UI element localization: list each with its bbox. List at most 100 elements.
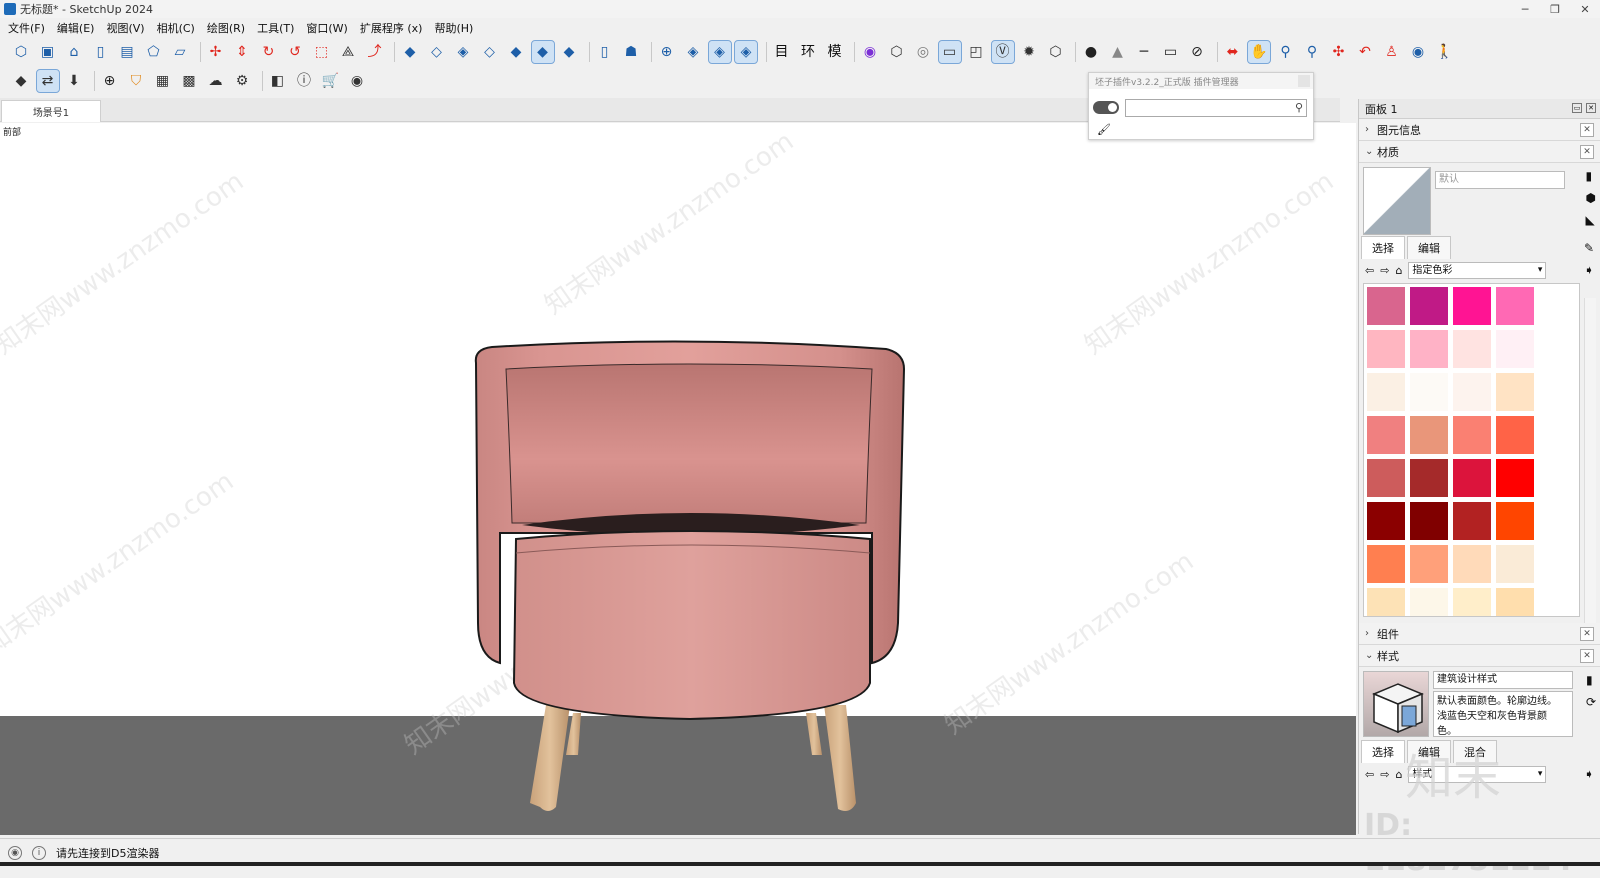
color-swatch[interactable]: [1367, 373, 1405, 411]
create-style-icon[interactable]: ▮: [1586, 673, 1596, 687]
components-section[interactable]: › 组件 ✕: [1359, 623, 1600, 645]
section-fill-icon[interactable]: ◈: [682, 41, 704, 63]
front-view-icon[interactable]: ◈: [452, 41, 474, 63]
tab-select[interactable]: 选择: [1361, 236, 1405, 259]
forward-arrow-icon[interactable]: ⇨: [1380, 264, 1389, 277]
house-icon[interactable]: ⌂: [63, 41, 85, 63]
color-swatch[interactable]: [1453, 459, 1491, 497]
back-arrow-icon[interactable]: ⇦: [1365, 264, 1374, 277]
share-icon[interactable]: ⇄: [35, 69, 60, 93]
menu-file[interactable]: 文件(F): [8, 20, 45, 36]
palette-scrollbar[interactable]: [1584, 298, 1596, 632]
rect-icon[interactable]: ▭: [1160, 41, 1182, 63]
tab-style-edit[interactable]: 编辑: [1407, 740, 1451, 763]
gear-icon[interactable]: ✹: [1018, 41, 1040, 63]
color-swatch[interactable]: [1367, 287, 1405, 325]
sandbox-icon[interactable]: ⤴: [364, 41, 386, 63]
color-swatch[interactable]: [1496, 545, 1534, 583]
chart-icon[interactable]: ▦: [152, 70, 174, 92]
color-swatch[interactable]: [1367, 330, 1405, 368]
back-arrow-icon[interactable]: ⇦: [1365, 768, 1374, 781]
followme-icon[interactable]: ↺: [284, 41, 306, 63]
materials-section[interactable]: ⌄ 材质 ✕: [1359, 141, 1600, 163]
default-material-icon[interactable]: ◣: [1586, 213, 1596, 227]
zoom-extents-icon[interactable]: ✣: [1328, 41, 1350, 63]
layers-icon[interactable]: ◧: [267, 70, 289, 92]
component-icon[interactable]: ⬡: [10, 41, 32, 63]
style-library-select[interactable]: 样式: [1408, 765, 1547, 783]
export-icon[interactable]: ⬇: [63, 70, 85, 92]
camera-icon[interactable]: ◰: [965, 41, 987, 63]
tab-style-mix[interactable]: 混合: [1453, 740, 1497, 763]
menu-extensions[interactable]: 扩展程序 (x): [360, 20, 423, 36]
scale-icon[interactable]: ⬚: [311, 41, 333, 63]
color-swatch[interactable]: [1410, 545, 1448, 583]
scene-tab[interactable]: 场景号1: [1, 100, 101, 122]
update-style-icon[interactable]: ⟳: [1586, 695, 1596, 709]
render-icon[interactable]: ◎: [912, 41, 934, 63]
zoom-icon[interactable]: ⚲: [1275, 41, 1297, 63]
window-icon[interactable]: ▤: [116, 41, 138, 63]
color-swatch[interactable]: [1496, 416, 1534, 454]
hidden-line-icon[interactable]: ◆: [558, 41, 580, 63]
menu-tools[interactable]: 工具(T): [257, 20, 294, 36]
color-swatch[interactable]: [1496, 330, 1534, 368]
section-cut-icon[interactable]: ◈: [707, 40, 732, 64]
cone-icon[interactable]: ▲: [1107, 41, 1129, 63]
minimize-button[interactable]: ─: [1510, 0, 1540, 18]
section-display-icon[interactable]: ◈: [734, 40, 758, 64]
pin-icon[interactable]: ▭: [1572, 103, 1582, 113]
color-swatch[interactable]: [1453, 502, 1491, 540]
material-library-select[interactable]: 指定色彩: [1408, 261, 1547, 279]
color-swatch[interactable]: [1410, 373, 1448, 411]
plugin-search-input[interactable]: ⚲: [1125, 99, 1307, 117]
env-text-icon[interactable]: 环: [797, 41, 819, 63]
style-description-field[interactable]: 默认表面颜色。轮廓边线。浅蓝色天空和灰色背景颜色。: [1433, 691, 1573, 737]
color-swatch[interactable]: [1453, 373, 1491, 411]
door-icon[interactable]: ▯: [90, 41, 112, 63]
style-name-field[interactable]: 建筑设计样式: [1433, 671, 1573, 689]
menu-window[interactable]: 窗口(W): [306, 20, 347, 36]
section-close-icon[interactable]: ✕: [1580, 145, 1594, 159]
forward-arrow-icon[interactable]: ⇨: [1380, 768, 1389, 781]
search-icon[interactable]: ⚲: [1295, 101, 1303, 114]
pushpull-icon[interactable]: ⇕: [231, 41, 253, 63]
color-swatch[interactable]: [1496, 287, 1534, 325]
info-icon[interactable]: ⓘ: [293, 70, 315, 92]
color-swatch[interactable]: [1453, 287, 1491, 325]
details-arrow-icon[interactable]: ➧: [1584, 767, 1594, 781]
previous-view-icon[interactable]: ↶: [1354, 41, 1376, 63]
section-close-icon[interactable]: ✕: [1580, 649, 1594, 663]
section-plane-icon[interactable]: ⊕: [656, 41, 678, 63]
color-swatch[interactable]: [1496, 459, 1534, 497]
page-icon[interactable]: ▯: [594, 41, 616, 63]
menu-view[interactable]: 视图(V): [106, 20, 144, 36]
color-swatch[interactable]: [1410, 416, 1448, 454]
pan-icon[interactable]: ✋: [1247, 40, 1271, 64]
hide-icon[interactable]: ⊘: [1186, 41, 1208, 63]
color-swatch[interactable]: [1496, 502, 1534, 540]
maximize-button[interactable]: ❐: [1540, 0, 1570, 18]
tab-edit[interactable]: 编辑: [1407, 236, 1451, 259]
color-swatch[interactable]: [1453, 588, 1491, 616]
color-swatch[interactable]: [1367, 459, 1405, 497]
color-swatch[interactable]: [1496, 373, 1534, 411]
color-swatch[interactable]: [1410, 287, 1448, 325]
color-swatch[interactable]: [1410, 502, 1448, 540]
menu-edit[interactable]: 编辑(E): [57, 20, 95, 36]
cart-icon[interactable]: 🛒: [320, 70, 342, 92]
model-viewport[interactable]: 前部 知末网www.znzmo.com 知末网www.znzmo.com 知末网…: [0, 123, 1356, 835]
walk-mirror-icon[interactable]: ⬌: [1222, 41, 1244, 63]
plugin-p-icon[interactable]: ◉: [859, 41, 881, 63]
cloud-icon[interactable]: ☁: [205, 70, 227, 92]
color-swatch[interactable]: [1453, 330, 1491, 368]
material-preview-swatch[interactable]: [1363, 167, 1431, 235]
tray-close-icon[interactable]: ✕: [1586, 103, 1596, 113]
paint-bucket-icon[interactable]: ▮: [1586, 169, 1596, 183]
lookaround-icon[interactable]: ◉: [1407, 41, 1429, 63]
style-thumbnail[interactable]: [1363, 671, 1429, 737]
account-icon[interactable]: ◉: [346, 70, 368, 92]
color-swatch[interactable]: [1367, 502, 1405, 540]
styles-section[interactable]: ⌄ 样式 ✕: [1359, 645, 1600, 667]
section-close-icon[interactable]: ✕: [1580, 123, 1594, 137]
